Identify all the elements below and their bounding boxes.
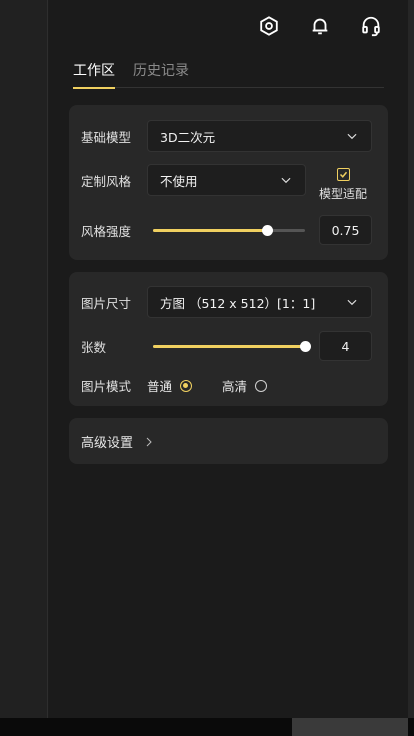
advanced-settings-toggle[interactable]: 高级设置 (81, 432, 155, 451)
mode-normal-radio[interactable]: 普通 (147, 376, 193, 395)
advanced-settings-card[interactable]: 高级设置 (69, 418, 388, 464)
chevron-right-icon (146, 437, 152, 446)
settings-hex-icon[interactable] (255, 12, 282, 39)
image-mode-row: 图片模式 普通 高清 (81, 376, 372, 395)
custom-style-select[interactable]: 不使用 (147, 164, 306, 196)
style-strength-row: 风格强度 0.75 (81, 215, 372, 245)
slider-fill (153, 229, 267, 232)
model-settings-card: 基础模型 3D二次元 定制风格 不使用 模型适配 风格强度 0.75 (69, 105, 388, 260)
base-model-row: 基础模型 3D二次元 (81, 120, 372, 152)
tab-history[interactable]: 历史记录 (133, 60, 189, 88)
scrollbar-track[interactable] (408, 0, 414, 718)
style-strength-input[interactable]: 0.75 (319, 215, 372, 245)
radio-selected-icon (180, 379, 193, 392)
chevron-down-icon (347, 133, 357, 140)
style-strength-label: 风格强度 (81, 223, 132, 239)
style-strength-slider[interactable] (153, 224, 305, 236)
count-label: 张数 (81, 339, 107, 355)
count-input[interactable]: 4 (319, 331, 372, 361)
model-adapt-checkbox[interactable]: 模型适配 (319, 168, 367, 202)
image-mode-label: 图片模式 (81, 379, 132, 394)
image-settings-card: 图片尺寸 方图 （512 x 512）[1：1] 张数 4 图片模式 普通 高清 (69, 272, 388, 406)
bell-icon[interactable] (306, 12, 333, 39)
image-size-select[interactable]: 方图 （512 x 512）[1：1] (147, 286, 372, 318)
mode-hd-label: 高清 (222, 379, 248, 394)
custom-style-value: 不使用 (160, 173, 198, 189)
slider-knob[interactable] (300, 341, 311, 352)
advanced-settings-label: 高级设置 (81, 436, 134, 451)
chevron-down-icon (347, 299, 357, 306)
settings-panel: 工作区 历史记录 基础模型 3D二次元 定制风格 不使用 模型适配 风格强度 0… (49, 0, 408, 718)
headset-icon[interactable] (357, 12, 384, 39)
top-icon-bar (255, 12, 384, 39)
checkbox-checked-icon (336, 168, 350, 181)
slider-fill (153, 345, 305, 348)
count-row: 张数 4 (81, 331, 372, 361)
mode-hd-radio[interactable]: 高清 (222, 376, 268, 395)
slider-knob[interactable] (262, 225, 273, 236)
base-model-select[interactable]: 3D二次元 (147, 120, 372, 152)
custom-style-label: 定制风格 (81, 173, 132, 189)
model-adapt-label: 模型适配 (319, 187, 368, 201)
horizontal-scrollbar-thumb[interactable] (292, 718, 408, 736)
chevron-down-icon (281, 177, 291, 184)
base-model-label: 基础模型 (81, 129, 132, 145)
image-size-row: 图片尺寸 方图 （512 x 512）[1：1] (81, 286, 372, 318)
tab-workspace[interactable]: 工作区 (73, 60, 115, 89)
mode-normal-label: 普通 (147, 379, 173, 394)
radio-unselected-icon (255, 379, 268, 392)
image-size-label: 图片尺寸 (81, 295, 132, 311)
base-model-value: 3D二次元 (160, 129, 216, 145)
left-sidebar-strip (0, 0, 48, 718)
tab-bar: 工作区 历史记录 (73, 60, 384, 89)
image-size-value: 方图 （512 x 512）[1：1] (160, 295, 316, 311)
count-slider[interactable] (153, 340, 311, 352)
